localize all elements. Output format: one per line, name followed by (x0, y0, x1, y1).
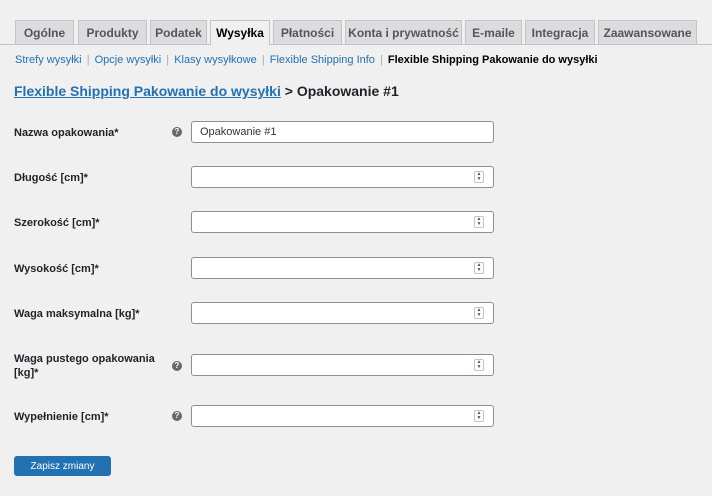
subnav-separator: | (166, 54, 170, 66)
subnav-flexible-shipping-info[interactable]: Flexible Shipping Info (270, 54, 375, 66)
page-title: Flexible Shipping Pakowanie do wysyłki >… (14, 83, 399, 99)
help-icon[interactable]: ? (172, 361, 182, 371)
spinner-down-icon: ▼ (476, 267, 482, 273)
number-spinner[interactable]: ▲ ▼ (474, 216, 484, 228)
tab-wysylka[interactable]: Wysyłka (210, 20, 270, 45)
breadcrumb-link[interactable]: Flexible Shipping Pakowanie do wysyłki (14, 83, 281, 99)
field-label-width: Szerokość [cm]* (14, 217, 100, 229)
subnav-strefy-wysylki[interactable]: Strefy wysyłki (15, 54, 82, 66)
spinner-down-icon: ▼ (476, 364, 482, 370)
tab-konta-i-prywatnosc[interactable]: Konta i prywatność (345, 20, 462, 44)
spinner-down-icon: ▼ (476, 221, 482, 227)
number-spinner[interactable]: ▲ ▼ (474, 410, 484, 422)
field-label-empty-weight: Waga pustego opakowania [kg]* (14, 353, 155, 379)
field-label-max-weight: Waga maksymalna [kg]* (14, 308, 140, 320)
number-spinner[interactable]: ▲ ▼ (474, 262, 484, 274)
subnav-klasy-wysylkowe[interactable]: Klasy wysyłkowe (174, 54, 257, 66)
field-label-padding: Wypełnienie [cm]* (14, 411, 109, 423)
field-label-length: Długość [cm]* (14, 172, 88, 184)
padding-input[interactable]: ▲ ▼ (191, 405, 494, 427)
subnav-separator: | (86, 54, 90, 66)
height-input[interactable]: ▲ ▼ (191, 257, 494, 279)
subnav-separator: | (261, 54, 265, 66)
tab-platnosci[interactable]: Płatności (273, 20, 342, 44)
field-label-height: Wysokość [cm]* (14, 263, 99, 275)
empty-weight-input[interactable]: ▲ ▼ (191, 354, 494, 376)
subnav-current-page: Flexible Shipping Pakowanie do wysyłki (387, 54, 598, 66)
help-icon[interactable]: ? (172, 127, 182, 137)
tab-podatek[interactable]: Podatek (150, 20, 207, 44)
tab-produkty[interactable]: Produkty (78, 20, 147, 44)
number-spinner[interactable]: ▲ ▼ (474, 171, 484, 183)
tab-integracja[interactable]: Integracja (525, 20, 595, 44)
tab-e-maile[interactable]: E-maile (465, 20, 522, 44)
length-input[interactable]: ▲ ▼ (191, 166, 494, 188)
number-spinner[interactable]: ▲ ▼ (474, 359, 484, 371)
package-name-input[interactable]: Opakowanie #1 (191, 121, 494, 143)
max-weight-input[interactable]: ▲ ▼ (191, 302, 494, 324)
spinner-down-icon: ▼ (476, 415, 482, 421)
spinner-down-icon: ▼ (476, 312, 482, 318)
width-input[interactable]: ▲ ▼ (191, 211, 494, 233)
field-label-name: Nazwa opakowania* (14, 127, 119, 139)
tab-ogolne[interactable]: Ogólne (15, 20, 74, 44)
help-icon[interactable]: ? (172, 411, 182, 421)
tab-zaawansowane[interactable]: Zaawansowane (598, 20, 697, 44)
page-title-suffix: > Opakowanie #1 (280, 83, 399, 99)
subnav-opcje-wysylki[interactable]: Opcje wysyłki (95, 54, 162, 66)
number-spinner[interactable]: ▲ ▼ (474, 307, 484, 319)
spinner-down-icon: ▼ (476, 176, 482, 182)
save-changes-button[interactable]: Zapisz zmiany (14, 456, 111, 476)
settings-tab-bar: Ogólne Produkty Podatek Wysyłka Płatnośc… (0, 0, 712, 45)
subnav-separator: | (379, 54, 383, 66)
shipping-subnav: Strefy wysyłki | Opcje wysyłki | Klasy w… (15, 54, 598, 66)
